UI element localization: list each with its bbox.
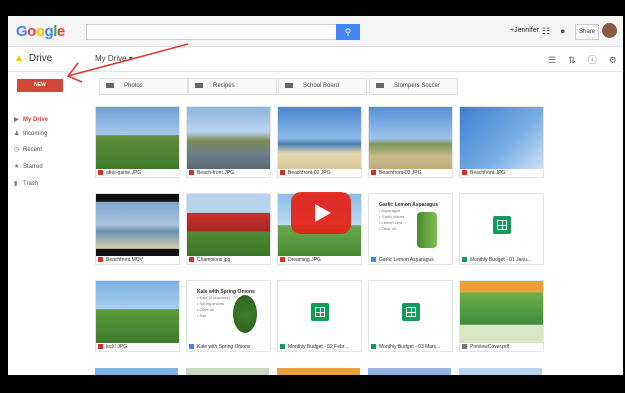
app-window: Google ⚲ +Jennifer ☷ ● Share ▲ Drive My D… xyxy=(8,16,623,375)
annotation-arrow xyxy=(66,43,189,83)
